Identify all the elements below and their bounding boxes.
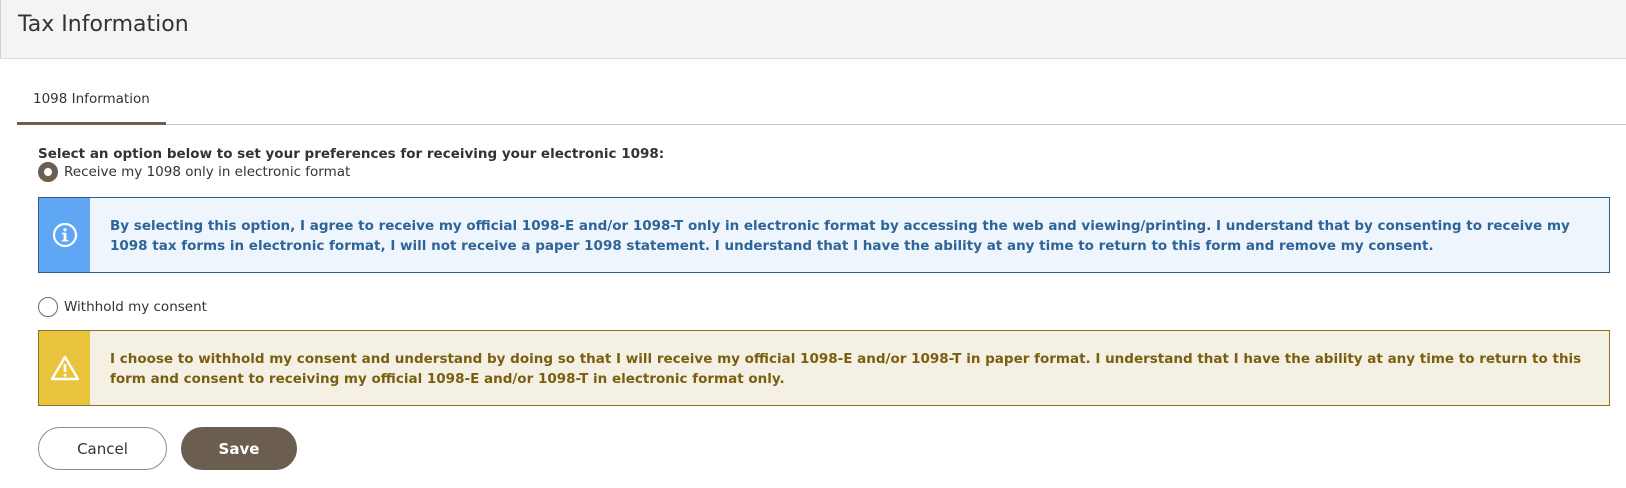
save-button[interactable]: Save xyxy=(181,427,297,470)
warning-icon xyxy=(50,355,79,381)
info-notice-iconbar xyxy=(39,198,90,272)
page-title: Tax Information xyxy=(18,12,189,37)
warning-notice-text: I choose to withhold my consent and unde… xyxy=(110,351,1582,387)
radio-option-withhold[interactable]: Withhold my consent xyxy=(38,296,207,318)
info-icon xyxy=(52,222,77,248)
radio-option-electronic[interactable]: Receive my 1098 only in electronic forma… xyxy=(38,161,350,183)
radio-electronic-label: Receive my 1098 only in electronic forma… xyxy=(64,164,351,180)
info-notice: By selecting this option, I agree to rec… xyxy=(38,197,1610,273)
radio-withhold[interactable] xyxy=(38,297,58,317)
page-header: Tax Information xyxy=(0,0,1626,59)
warning-notice: I choose to withhold my consent and unde… xyxy=(38,330,1610,406)
form-prompt: Select an option below to set your prefe… xyxy=(38,146,665,162)
tab-1098-information[interactable]: 1098 Information xyxy=(17,84,166,125)
cancel-button[interactable]: Cancel xyxy=(38,427,167,470)
info-notice-text: By selecting this option, I agree to rec… xyxy=(110,218,1570,254)
radio-electronic[interactable] xyxy=(38,162,58,182)
radio-withhold-label: Withhold my consent xyxy=(64,299,207,315)
warning-notice-iconbar xyxy=(39,331,90,405)
tab-bar: 1098 Information xyxy=(17,84,1626,125)
